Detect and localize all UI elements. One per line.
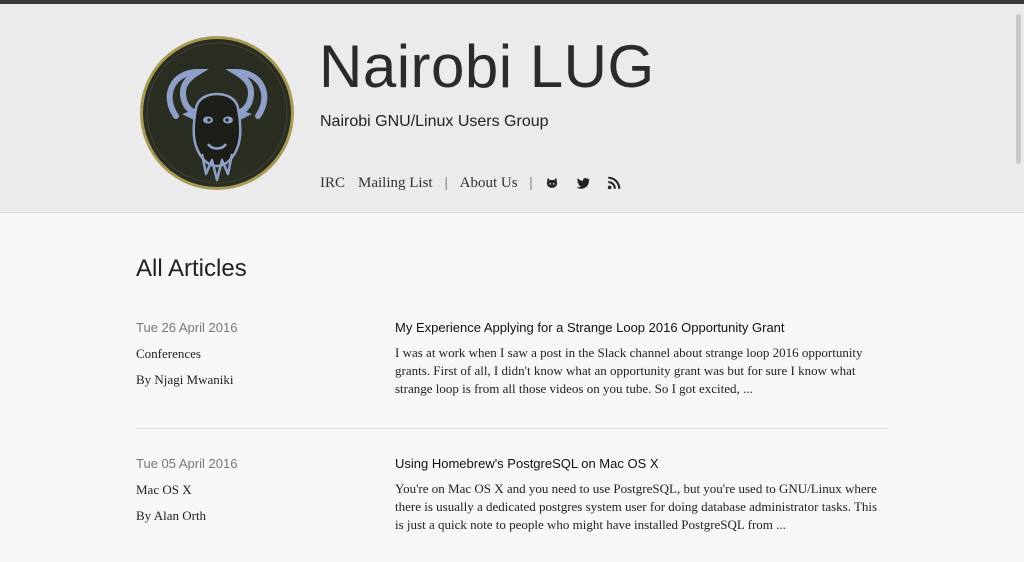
article-category[interactable]: Mac OS X [136,482,192,498]
article-date: Tue 05 April 2016 [136,456,238,471]
site-title[interactable]: Nairobi LUG [319,32,655,102]
article-category[interactable]: Conferences [136,346,201,362]
article-date: Tue 26 April 2016 [136,320,238,335]
article-author: By Alan Orth [136,508,207,523]
site-header: Nairobi LUG Nairobi GNU/Linux Users Grou… [0,4,1024,213]
article-summary: You're on Mac OS X and you need to use P… [395,481,878,532]
article-summary: I was at work when I saw a post in the S… [395,345,863,396]
page-heading: All Articles [136,255,247,282]
rss-icon[interactable] [607,176,621,190]
scrollbar-thumb[interactable] [1016,14,1021,164]
site-logo[interactable] [138,34,296,192]
article-author: By Njagi Mwaniki [136,372,234,387]
main-nav: IRC Mailing List | About Us | [320,172,621,194]
article-title-link[interactable]: My Experience Applying for a Strange Loo… [395,320,785,336]
gnu-head-logo-icon [140,36,294,190]
nav-link-mailing-list[interactable]: Mailing List [358,175,433,192]
nav-link-irc[interactable]: IRC [320,175,345,192]
twitter-icon[interactable] [576,176,590,190]
article-divider [136,428,888,429]
site-tagline: Nairobi GNU/Linux Users Group [320,113,549,130]
article-title-link[interactable]: Using Homebrew's PostgreSQL on Mac OS X [395,456,659,472]
nav-separator: | [444,174,448,191]
nav-separator: | [529,174,533,191]
github-icon[interactable] [545,176,559,190]
nav-link-about-us[interactable]: About Us [460,175,518,192]
